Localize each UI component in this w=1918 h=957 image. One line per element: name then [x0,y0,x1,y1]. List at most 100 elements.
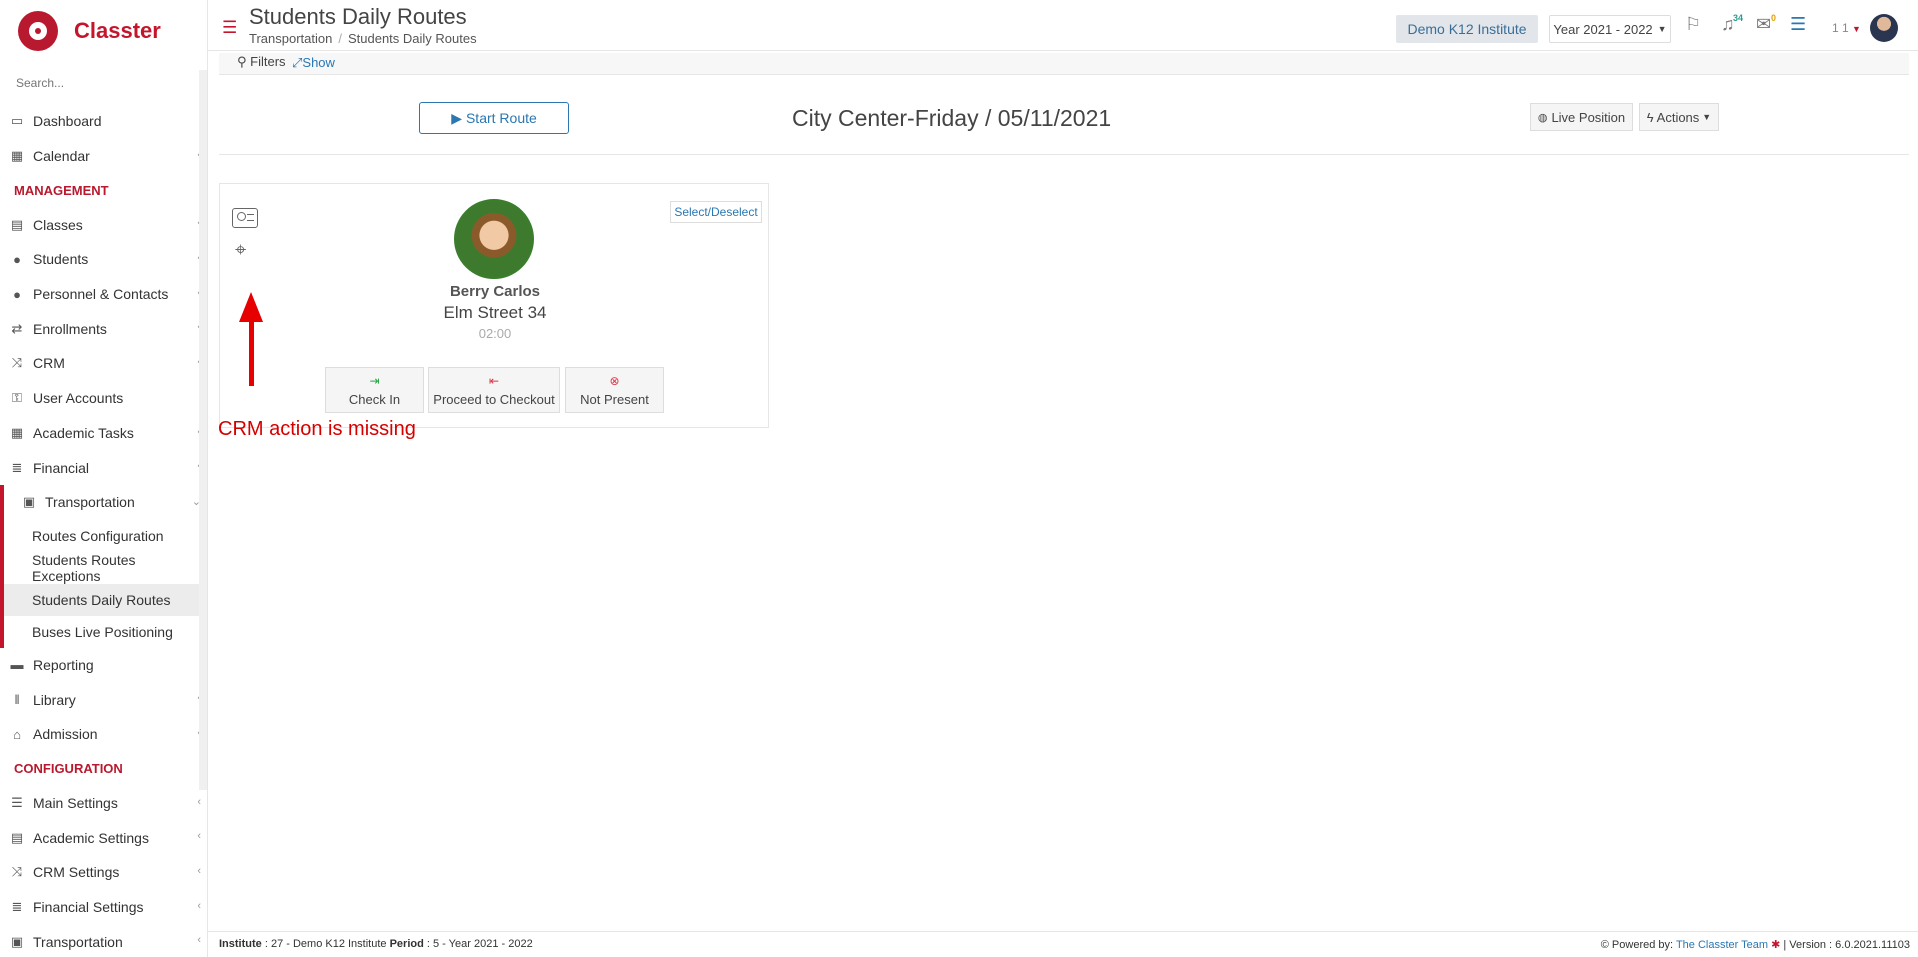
user-label[interactable]: 1 1 ▼ [1832,21,1861,35]
layers-icon[interactable]: ☰ [1790,14,1806,35]
times-circle-icon: ⊗ [609,373,620,388]
institute-button[interactable]: Demo K12 Institute [1396,15,1538,43]
laptop-icon: ▭ [10,113,24,129]
sidebar-subitem-students-routes-exceptions[interactable]: Students Routes Exceptions [0,551,207,584]
sidebar-item-label: Calendar [33,148,90,165]
classter-team-link[interactable]: The Classter Team [1676,939,1768,951]
route-title: City Center-Friday / 05/11/2021 [792,105,1112,131]
sidebar-subitem-buses-live-positioning[interactable]: Buses Live Positioning [0,615,207,648]
sidebar-item-library[interactable]: ‖ Library ‹ [0,682,207,717]
not-present-button[interactable]: ⊗ Not Present [565,367,664,413]
sidebar-search [0,62,207,104]
page-title: Students Daily Routes [249,4,467,29]
sidebar-item-label: Personnel & Contacts [33,286,169,303]
random-icon: ⤨ [11,864,23,880]
breadcrumb: Transportation / Students Daily Routes [249,31,477,46]
student-address: Elm Street 34 [443,303,547,322]
map-marker-icon[interactable]: ⌖ [235,239,246,262]
chevron-left-icon: ‹ [197,934,201,947]
version-label: | Version : 6.0.2021.11103 [1783,939,1910,951]
sidebar-item-financial[interactable]: ≣ Financial ‹ [0,450,207,485]
proceed-to-checkout-button[interactable]: ⇤ Proceed to Checkout [428,367,560,413]
footer-left: Institute : 27 - Demo K12 Institute Peri… [219,938,533,950]
sidebar-subitem-students-daily-routes[interactable]: Students Daily Routes [0,583,207,616]
sidebar-item-financial-settings[interactable]: ≣ Financial Settings ‹ [0,890,207,925]
sidebar-item-reporting[interactable]: ▬ Reporting [0,648,207,683]
bolt-icon: ϟ [1646,109,1654,125]
sidebar-item-academic-settings[interactable]: ▤ Academic Settings ‹ [0,820,207,855]
institution-icon: ⌂ [13,726,21,742]
sidebar-item-academic-tasks[interactable]: ▦ Academic Tasks ‹ [0,416,207,451]
sidebar-item-classes[interactable]: ▤ Classes ‹ [0,207,207,242]
sidebar-item-transportation[interactable]: ▣ Transportation ⌄ [0,484,207,520]
select-deselect-button[interactable]: Select/Deselect [670,201,762,223]
student-photo [454,199,534,279]
footer-institute-value: : 27 - Demo K12 Institute [264,938,387,950]
coins-icon: ≣ [11,459,23,475]
sidebar-item-calendar[interactable]: ▦ Calendar ‹ [0,139,207,174]
check-in-button[interactable]: ⇥ Check In [325,367,424,413]
sidebar-item-admission[interactable]: ⌂ Admission ‹ [0,717,207,752]
student-name: Berry Carlos [449,283,541,300]
actions-dropdown[interactable]: ϟ Actions ▼ [1639,103,1719,131]
powered-by-label: Powered by: [1611,939,1674,951]
classter-logo-icon [18,11,58,51]
year-dropdown[interactable]: Year 2021 - 2022 ▼ [1549,15,1671,43]
breadcrumb-item-current: Students Daily Routes [347,31,477,46]
sidebar-item-label: CRM Settings [33,864,120,881]
sidebar-item-user-accounts[interactable]: ⚿ User Accounts [0,381,207,416]
footer-period-label: Period [389,938,424,950]
sidebar-item-transportation-settings[interactable]: ▣ Transportation ‹ [0,924,207,957]
sidebar-item-label: Dashboard [33,113,102,130]
print-icon: ▬ [10,657,24,673]
sidebar-item-label: Transportation [45,494,135,511]
bus-icon: ▣ [22,494,36,510]
sidebar-item-students[interactable]: ● Students ‹ [0,242,207,277]
sidebar-item-personnel[interactable]: ● Personnel & Contacts ‹ [0,277,207,312]
sidebar: Classter ▭ Dashboard ▦ Calendar ‹ MANAGE… [0,0,208,957]
sidebar-item-dashboard[interactable]: ▭ Dashboard [0,104,207,139]
caret-down-icon: ▼ [1852,24,1861,34]
sidebar-item-label: Classes [33,216,83,233]
sidebar-item-crm-settings[interactable]: ⤨ CRM Settings ‹ [0,855,207,890]
hamburger-menu-icon[interactable]: ☰ [222,18,237,38]
breadcrumb-item[interactable]: Transportation [249,31,332,46]
flag-icon[interactable]: ⚐ [1685,14,1701,35]
search-input[interactable] [16,76,186,90]
section-management: MANAGEMENT [14,182,109,198]
show-label: Show [302,55,335,70]
id-card-icon[interactable] [232,208,258,228]
sidebar-item-label: Financial [33,459,90,476]
sidebar-item-main-settings[interactable]: ☰ Main Settings ‹ [0,786,207,821]
section-configuration: CONFIGURATION [14,761,123,777]
filters-label: Filters [250,54,286,69]
sidebar-subitem-routes-configuration[interactable]: Routes Configuration [0,519,207,552]
notifications-badge: 34 [1733,13,1744,23]
footer: Institute : 27 - Demo K12 Institute Peri… [208,931,1918,957]
sidebar-item-label: Main Settings [33,794,118,811]
show-filters-link[interactable]: ⤢Show [292,55,335,71]
user-avatar[interactable] [1870,14,1898,42]
sidebar-scrollbar[interactable] [199,70,207,790]
sidebar-item-label: CRM [33,355,65,372]
coins-icon: ≣ [11,899,23,915]
year-label: Year 2021 - 2022 [1553,21,1653,37]
map-icon: ◍ [1537,111,1548,124]
play-icon: ▶ [451,109,462,126]
not-present-label: Not Present [580,391,649,407]
chevron-left-icon: ‹ [197,830,201,843]
brand-logo[interactable]: Classter [0,0,207,62]
chevron-left-icon: ‹ [197,899,201,912]
filters-toggle[interactable]: ⚲ Filters [237,54,286,70]
start-route-button[interactable]: ▶ Start Route [419,102,569,134]
expand-icon: ⤢ [292,55,303,70]
sidebar-item-label: Students [33,251,89,268]
sidebar-item-enrollments[interactable]: ⇄ Enrollments ‹ [0,311,207,346]
sidebar-item-crm[interactable]: ⤨ CRM ‹ [0,346,207,381]
filters-bar: ⚲ Filters ⤢Show [219,53,1909,75]
sidebar-item-label: Library [33,691,76,708]
footer-institute-label: Institute [219,938,262,950]
exchange-icon: ⇄ [11,320,23,336]
live-position-label: Live Position [1551,109,1626,125]
live-position-button[interactable]: ◍ Live Position [1530,103,1633,131]
